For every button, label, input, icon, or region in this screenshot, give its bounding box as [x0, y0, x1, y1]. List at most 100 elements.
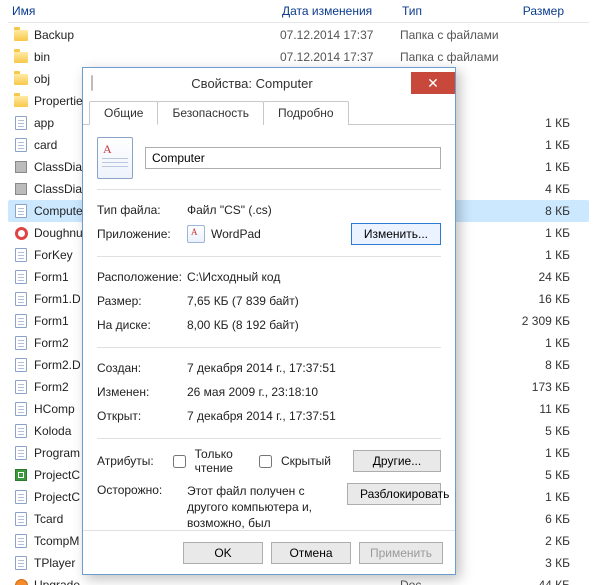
row-icon: [12, 181, 30, 197]
created-label: Создан:: [97, 361, 187, 375]
row-size: 16 КБ: [510, 292, 570, 306]
row-size: 8 КБ: [510, 204, 570, 218]
file-icon: [15, 380, 27, 394]
created-value: 7 декабря 2014 г., 17:37:51: [187, 361, 441, 375]
size-label: Размер:: [97, 294, 187, 308]
row-size: 1 КБ: [510, 490, 570, 504]
modified-label: Изменен:: [97, 385, 187, 399]
ok-button[interactable]: OK: [183, 542, 263, 564]
row-icon: [12, 555, 30, 571]
tab-general[interactable]: Общие: [89, 101, 158, 125]
row-size: 3 КБ: [510, 556, 570, 570]
hidden-input[interactable]: [259, 455, 272, 468]
row-icon: [12, 401, 30, 417]
location-value: C:\Исходный код: [187, 270, 441, 284]
row-icon: [12, 115, 30, 131]
close-button[interactable]: ✕: [411, 72, 455, 94]
row-icon: [12, 533, 30, 549]
row-icon: [12, 93, 30, 109]
location-label: Расположение:: [97, 270, 187, 284]
hidden-checkbox[interactable]: Скрытый: [255, 452, 331, 471]
dialog-body: Тип файла: Файл "CS" (.cs) Приложение: W…: [83, 125, 455, 530]
row-icon: [12, 27, 30, 43]
caution-label: Осторожно:: [97, 483, 187, 497]
ring-icon: [15, 227, 28, 240]
row-size: 173 КБ: [510, 380, 570, 394]
row-size: 44 КБ: [510, 578, 570, 585]
file-icon: [15, 424, 27, 438]
row-size: 4 КБ: [510, 182, 570, 196]
header-name[interactable]: Имя: [8, 2, 278, 20]
titlebar[interactable]: Свойства: Computer ✕: [83, 68, 455, 98]
file-icon: [15, 512, 27, 526]
row-icon: [12, 137, 30, 153]
file-icon: [15, 402, 27, 416]
row-type: Папка с файлами: [400, 28, 510, 42]
file-row[interactable]: Backup07.12.2014 17:37Папка с файлами: [8, 24, 589, 46]
file-icon: [15, 336, 27, 350]
header-type[interactable]: Тип: [398, 2, 508, 20]
row-date: 07.12.2014 17:37: [280, 50, 400, 64]
filetype-value: Файл "CS" (.cs): [187, 203, 441, 217]
header-date[interactable]: Дата изменения: [278, 2, 398, 20]
application-label: Приложение:: [97, 227, 187, 241]
file-icon: [15, 534, 27, 548]
row-size: 2 309 КБ: [510, 314, 570, 328]
filetype-label: Тип файла:: [97, 203, 187, 217]
proj-icon: [15, 469, 27, 481]
row-icon: [12, 313, 30, 329]
application-value: WordPad: [211, 227, 261, 241]
folder-icon: [14, 52, 28, 63]
file-icon: [15, 270, 27, 284]
apply-button[interactable]: Применить: [359, 542, 443, 564]
row-size: 11 КБ: [510, 402, 570, 416]
row-size: 1 КБ: [510, 446, 570, 460]
row-size: 6 КБ: [510, 512, 570, 526]
row-size: 1 КБ: [510, 138, 570, 152]
unblock-button[interactable]: Разблокировать: [347, 483, 441, 505]
file-row[interactable]: bin07.12.2014 17:37Папка с файлами: [8, 46, 589, 68]
row-size: 1 КБ: [510, 336, 570, 350]
row-size: 5 КБ: [510, 424, 570, 438]
row-icon: [12, 489, 30, 505]
folder-icon: [14, 96, 28, 107]
row-size: 2 КБ: [510, 534, 570, 548]
ondisk-value: 8,00 КБ (8 192 байт): [187, 318, 441, 332]
row-icon: [12, 49, 30, 65]
tab-details[interactable]: Подробно: [263, 101, 349, 125]
row-icon: [12, 291, 30, 307]
row-size: 24 КБ: [510, 270, 570, 284]
row-type: Doc…: [400, 578, 510, 585]
file-row[interactable]: Upgrade Doc…44 КБ: [8, 574, 589, 585]
row-icon: [12, 467, 30, 483]
size-value: 7,65 КБ (7 839 байт): [187, 294, 441, 308]
file-icon: [15, 116, 27, 130]
header-size[interactable]: Размер: [508, 2, 568, 20]
dialog-button-row: OK Отмена Применить: [83, 530, 455, 574]
change-app-button[interactable]: Изменить...: [351, 223, 441, 245]
cancel-button[interactable]: Отмена: [271, 542, 351, 564]
readonly-checkbox[interactable]: Только чтение: [169, 447, 233, 475]
file-icon: [15, 292, 27, 306]
tab-security[interactable]: Безопасность: [157, 101, 264, 125]
row-type: Папка с файлами: [400, 50, 510, 64]
file-icon: [15, 358, 27, 372]
caution-text: Этот файл получен с другого компьютера и…: [187, 483, 341, 530]
other-attributes-button[interactable]: Другие...: [353, 450, 441, 472]
orange-icon: [15, 579, 28, 585]
folder-icon: [14, 74, 28, 85]
filename-input[interactable]: [145, 147, 441, 169]
row-size: 5 КБ: [510, 468, 570, 482]
modified-value: 26 мая 2009 г., 23:18:10: [187, 385, 441, 399]
row-name: Backup: [30, 28, 280, 42]
row-date: 07.12.2014 17:37: [280, 28, 400, 42]
row-icon: [12, 423, 30, 439]
row-icon: [12, 577, 30, 585]
readonly-input[interactable]: [173, 455, 186, 468]
filetype-big-icon: [97, 137, 133, 179]
row-name: Upgrade: [30, 578, 280, 585]
row-name: bin: [30, 50, 280, 64]
file-icon: [15, 556, 27, 570]
row-icon: [12, 247, 30, 263]
file-icon: [15, 138, 27, 152]
